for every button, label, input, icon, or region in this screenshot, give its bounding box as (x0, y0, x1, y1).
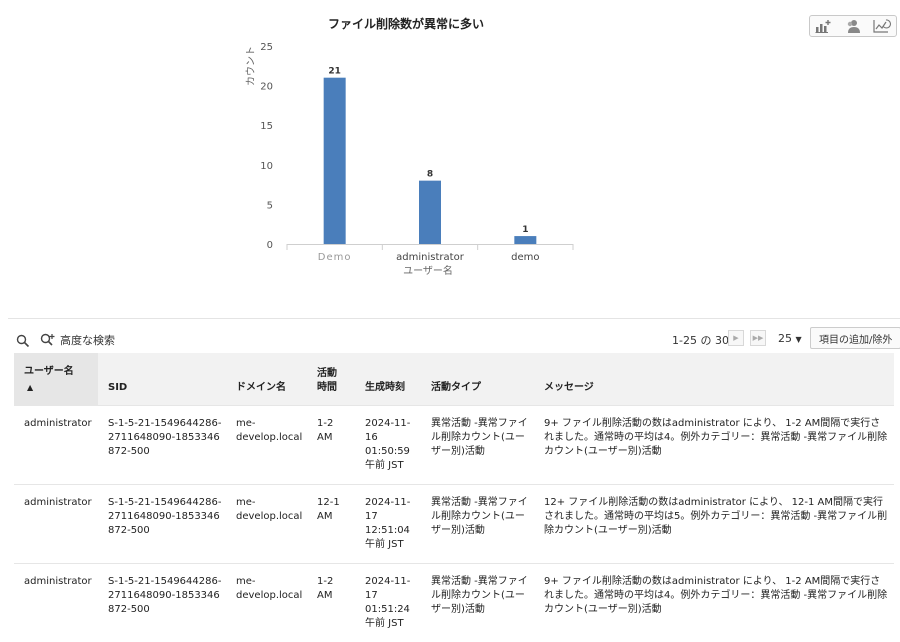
sid-cell: S-1-5-21-1549644286-2711648090-185334687… (98, 406, 226, 485)
chart-toolbar (809, 15, 897, 37)
next-page-button[interactable]: ▶ (728, 330, 744, 346)
activity-time-cell: 1-2 AM (307, 406, 355, 485)
message-cell: 9+ ファイル削除活動の数はadministrator により、 1-2 AM間… (534, 406, 894, 485)
sid-cell: S-1-5-21-1549644286-2711648090-185334687… (98, 564, 226, 642)
domain-cell: me- develop.local (226, 485, 307, 564)
domain-cell: me- develop.local (226, 406, 307, 485)
x-axis-title: ユーザー名 (403, 264, 453, 277)
advanced-search-icon (40, 333, 56, 347)
bar-chart: ファイル削除数が異常に多い カウント ユーザー名 0 5 10 15 20 25 21 Dem… (0, 0, 900, 300)
sort-ascending-icon[interactable]: ▲ (27, 381, 94, 395)
column-header-label: 活動 時間 (317, 368, 337, 393)
per-page-select[interactable]: 25 ▼ (778, 332, 802, 345)
table-row[interactable]: administratorS-1-5-21-1549644286-2711648… (14, 564, 894, 642)
column-header-label: SID (108, 382, 127, 393)
add-remove-columns-button[interactable]: 項目の追加/除外 (810, 327, 900, 349)
bar[interactable] (324, 78, 346, 244)
y-tick-label: 10 (260, 161, 273, 172)
chart-title: ファイル削除数が異常に多い (328, 16, 484, 31)
message-cell: 12+ ファイル削除活動の数はadministrator により、 12-1 A… (534, 485, 894, 564)
y-tick-label: 25 (260, 42, 273, 53)
per-page-value: 25 (778, 332, 792, 345)
advanced-search-link[interactable]: 高度な検索 (40, 331, 115, 349)
column-header-label: 活動タイプ (431, 382, 481, 393)
advanced-search-label: 高度な検索 (60, 332, 115, 348)
column-header-label: メッセージ (544, 382, 594, 393)
y-axis-title: カウント (245, 46, 257, 86)
generated-time-column-header[interactable]: 生成時刻 (355, 353, 421, 406)
column-header-label: ユーザー名 (24, 366, 74, 377)
x-tick-label: Demo (318, 252, 352, 263)
data-label: 8 (427, 170, 433, 180)
column-header-label: 生成時刻 (365, 382, 405, 393)
generated-time-cell: 2024-11- 16 01:50:59 午前 JST (355, 406, 421, 485)
generated-time-cell: 2024-11- 17 01:51:24 午前 JST (355, 564, 421, 642)
chart-area: ファイル削除数が異常に多い カウント ユーザー名 0 5 10 15 20 25 21 Dem… (0, 0, 900, 300)
column-header-label: ドメイン名 (236, 382, 286, 393)
activity-time-cell: 12-1 AM (307, 485, 355, 564)
table-header-row: ユーザー名 ▲ SID ドメイン名 活動 時間生成時刻 活動タイプ メッセージ (14, 353, 894, 406)
message-cell: 9+ ファイル削除活動の数はadministrator により、 1-2 AM間… (534, 564, 894, 642)
pagination-text: 1-25 の 30 (672, 332, 729, 348)
generated-time-cell: 2024-11- 17 12:51:04 午前 JST (355, 485, 421, 564)
sid-cell: S-1-5-21-1549644286-2711648090-185334687… (98, 485, 226, 564)
activity-type-column-header[interactable]: 活動タイプ (421, 353, 534, 406)
table-body: administratorS-1-5-21-1549644286-2711648… (14, 406, 894, 642)
bar[interactable] (419, 181, 441, 244)
activity-type-cell: 異常活動 -異常ファイル削除カウント(ユーザー別)活動 (421, 564, 534, 642)
user-column-header[interactable]: ユーザー名 ▲ (14, 353, 98, 406)
data-table: ユーザー名 ▲ SID ドメイン名 活動 時間生成時刻 活動タイプ メッセージ admini… (14, 353, 894, 642)
x-tick-label: administrator (396, 252, 465, 263)
message-column-header[interactable]: メッセージ (534, 353, 894, 406)
y-tick-label: 20 (260, 82, 273, 93)
chevron-down-icon: ▼ (796, 335, 802, 344)
table-row[interactable]: administratorS-1-5-21-1549644286-2711648… (14, 485, 894, 564)
table-section: 高度な検索 1-25 の 30 ▶ ▶▶ 25 ▼ 項目の追加/除外 ユーザー名… (8, 318, 900, 625)
domain-cell: me- develop.local (226, 564, 307, 642)
add-chart-icon[interactable] (814, 18, 834, 34)
y-tick-label: 5 (267, 200, 273, 211)
chart-type-icon[interactable] (872, 18, 892, 34)
user-cell: administrator (14, 406, 98, 485)
activity-type-cell: 異常活動 -異常ファイル削除カウント(ユーザー別)活動 (421, 485, 534, 564)
activity-time-column-header[interactable]: 活動 時間 (307, 353, 355, 406)
user-icon[interactable] (843, 18, 863, 34)
chart-marks: 0 5 10 15 20 25 21 Demo 8 administrator 1 demo (260, 42, 573, 263)
y-tick-label: 0 (267, 240, 273, 251)
data-label: 1 (522, 225, 528, 235)
search-icon[interactable] (16, 333, 30, 347)
activity-type-cell: 異常活動 -異常ファイル削除カウント(ユーザー別)活動 (421, 406, 534, 485)
data-label: 21 (328, 67, 341, 77)
domain-column-header[interactable]: ドメイン名 (226, 353, 307, 406)
last-page-button[interactable]: ▶▶ (750, 330, 766, 346)
bar[interactable] (514, 236, 536, 244)
user-cell: administrator (14, 485, 98, 564)
y-tick-label: 15 (260, 121, 273, 132)
user-cell: administrator (14, 564, 98, 642)
sid-column-header[interactable]: SID (98, 353, 226, 406)
x-tick-label: demo (511, 252, 539, 263)
table-row[interactable]: administratorS-1-5-21-1549644286-2711648… (14, 406, 894, 485)
activity-time-cell: 1-2 AM (307, 564, 355, 642)
